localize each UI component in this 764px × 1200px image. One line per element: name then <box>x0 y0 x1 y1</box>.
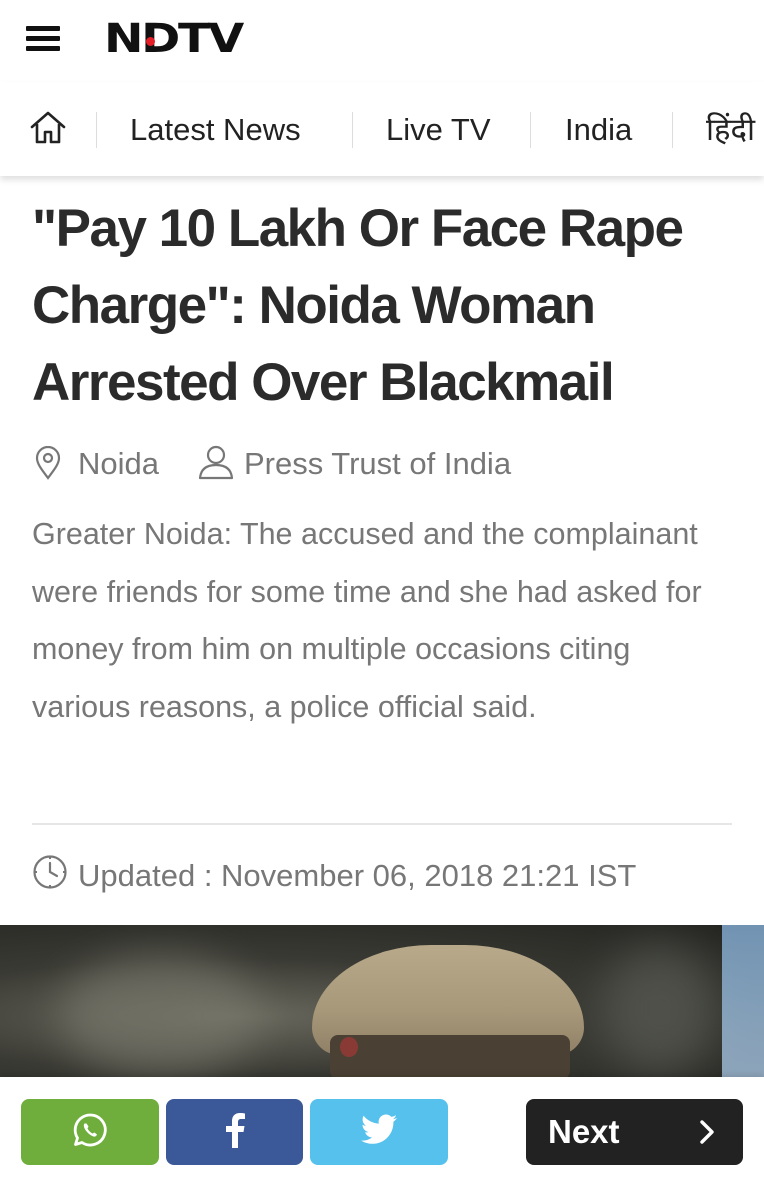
whatsapp-share-button[interactable] <box>21 1099 159 1165</box>
location-pin-icon <box>34 445 62 485</box>
share-bar: Next <box>0 1077 764 1200</box>
nav-separator <box>530 112 531 148</box>
article-headline: "Pay 10 Lakh Or Face Rape Charge": Noida… <box>32 199 684 412</box>
nav-item-latest-news[interactable]: Latest News <box>130 108 301 152</box>
next-article-button[interactable]: Next <box>526 1099 743 1165</box>
twitter-icon <box>360 1114 398 1151</box>
logo-dot <box>146 37 155 46</box>
article-summary: Greater Noida: The accused and the compl… <box>32 517 702 724</box>
twitter-share-button[interactable] <box>310 1099 448 1165</box>
menu-icon[interactable] <box>26 24 60 52</box>
clock-icon <box>32 854 68 895</box>
updated-timestamp: Updated : November 06, 2018 21:21 IST <box>78 858 637 893</box>
divider <box>32 823 732 825</box>
top-bar: NDTV <box>0 0 764 82</box>
whatsapp-icon <box>72 1112 108 1153</box>
ndtv-logo[interactable]: NDTV <box>104 17 274 61</box>
logo-text: NDTV <box>104 16 244 62</box>
next-label: Next <box>548 1113 620 1150</box>
article-meta: Noida Press Trust of India <box>32 440 732 488</box>
user-icon <box>198 444 234 485</box>
chevron-right-icon <box>692 1117 722 1147</box>
nav-item-live-tv[interactable]: Live TV <box>386 108 491 152</box>
facebook-share-button[interactable] <box>166 1099 303 1165</box>
home-icon[interactable] <box>28 108 68 148</box>
article-author[interactable]: Press Trust of India <box>244 444 511 484</box>
nav-separator <box>96 112 97 148</box>
nav-item-india[interactable]: India <box>565 108 632 152</box>
nav-item-hindi[interactable]: हिंदी <box>706 108 755 152</box>
article-location[interactable]: Noida <box>78 444 159 484</box>
nav-bar: Latest News Live TV India हिंदी <box>0 82 764 176</box>
facebook-icon <box>224 1112 246 1153</box>
nav-separator <box>672 112 673 148</box>
nav-separator <box>352 112 353 148</box>
article-image[interactable] <box>0 925 764 1077</box>
updated-row: Updated : November 06, 2018 21:21 IST <box>32 850 732 900</box>
